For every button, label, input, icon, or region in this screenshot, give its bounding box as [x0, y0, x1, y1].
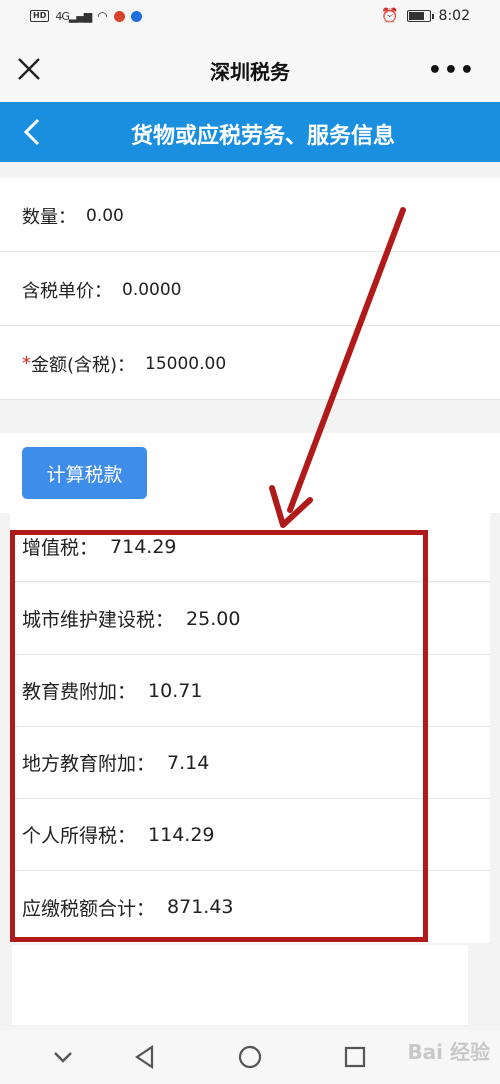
amount-label: 金额(含税)：: [31, 354, 136, 376]
quantity-label: 数量：: [22, 206, 76, 228]
app-title: 深圳税务: [210, 60, 290, 84]
nav-back-icon[interactable]: [130, 1042, 160, 1072]
amount-row[interactable]: * 金额(含税)： 15000.00: [0, 328, 500, 400]
page-title: 货物或应税劳务、服务信息: [130, 124, 395, 149]
required-mark: *: [22, 353, 31, 374]
network-type: 4G: [55, 9, 69, 23]
browser-notification-icon: [130, 10, 142, 22]
calculate-tax-button[interactable]: 计算税款: [22, 447, 147, 499]
hd-badge: HD: [30, 10, 50, 22]
unit-price-label: 含税单价：: [22, 280, 112, 302]
app-notification-icon: [113, 10, 125, 22]
wifi-icon: ◠: [97, 9, 108, 23]
mini-program-title-bar: 深圳税务 •••: [0, 36, 500, 102]
status-left: HD 4G▂▄▆ ◠: [30, 9, 142, 23]
status-time: 8:02: [438, 8, 470, 24]
amount-value: 15000.00: [145, 353, 227, 374]
page-header: 货物或应税劳务、服务信息: [0, 102, 500, 162]
more-options-icon[interactable]: •••: [428, 58, 476, 83]
nav-home-icon[interactable]: [235, 1042, 265, 1072]
unit-price-value: 0.0000: [122, 279, 182, 300]
quantity-row[interactable]: 数量： 0.00: [0, 180, 500, 252]
chevron-down-icon[interactable]: [48, 1042, 78, 1072]
unit-price-row[interactable]: 含税单价： 0.0000: [0, 254, 500, 326]
nav-recents-icon[interactable]: [340, 1042, 370, 1072]
signal-icon: 4G▂▄▆: [55, 9, 92, 23]
battery-icon: [406, 10, 434, 22]
watermark: Bai 经验: [407, 1040, 490, 1064]
quantity-value: 0.00: [86, 205, 124, 226]
highlight-box: [10, 530, 428, 942]
status-right: ⏰ 8:02: [381, 8, 470, 24]
bottom-panel: [12, 945, 468, 1025]
status-bar: HD 4G▂▄▆ ◠ ⏰ 8:02: [0, 0, 500, 36]
alarm-icon: ⏰: [381, 8, 399, 24]
